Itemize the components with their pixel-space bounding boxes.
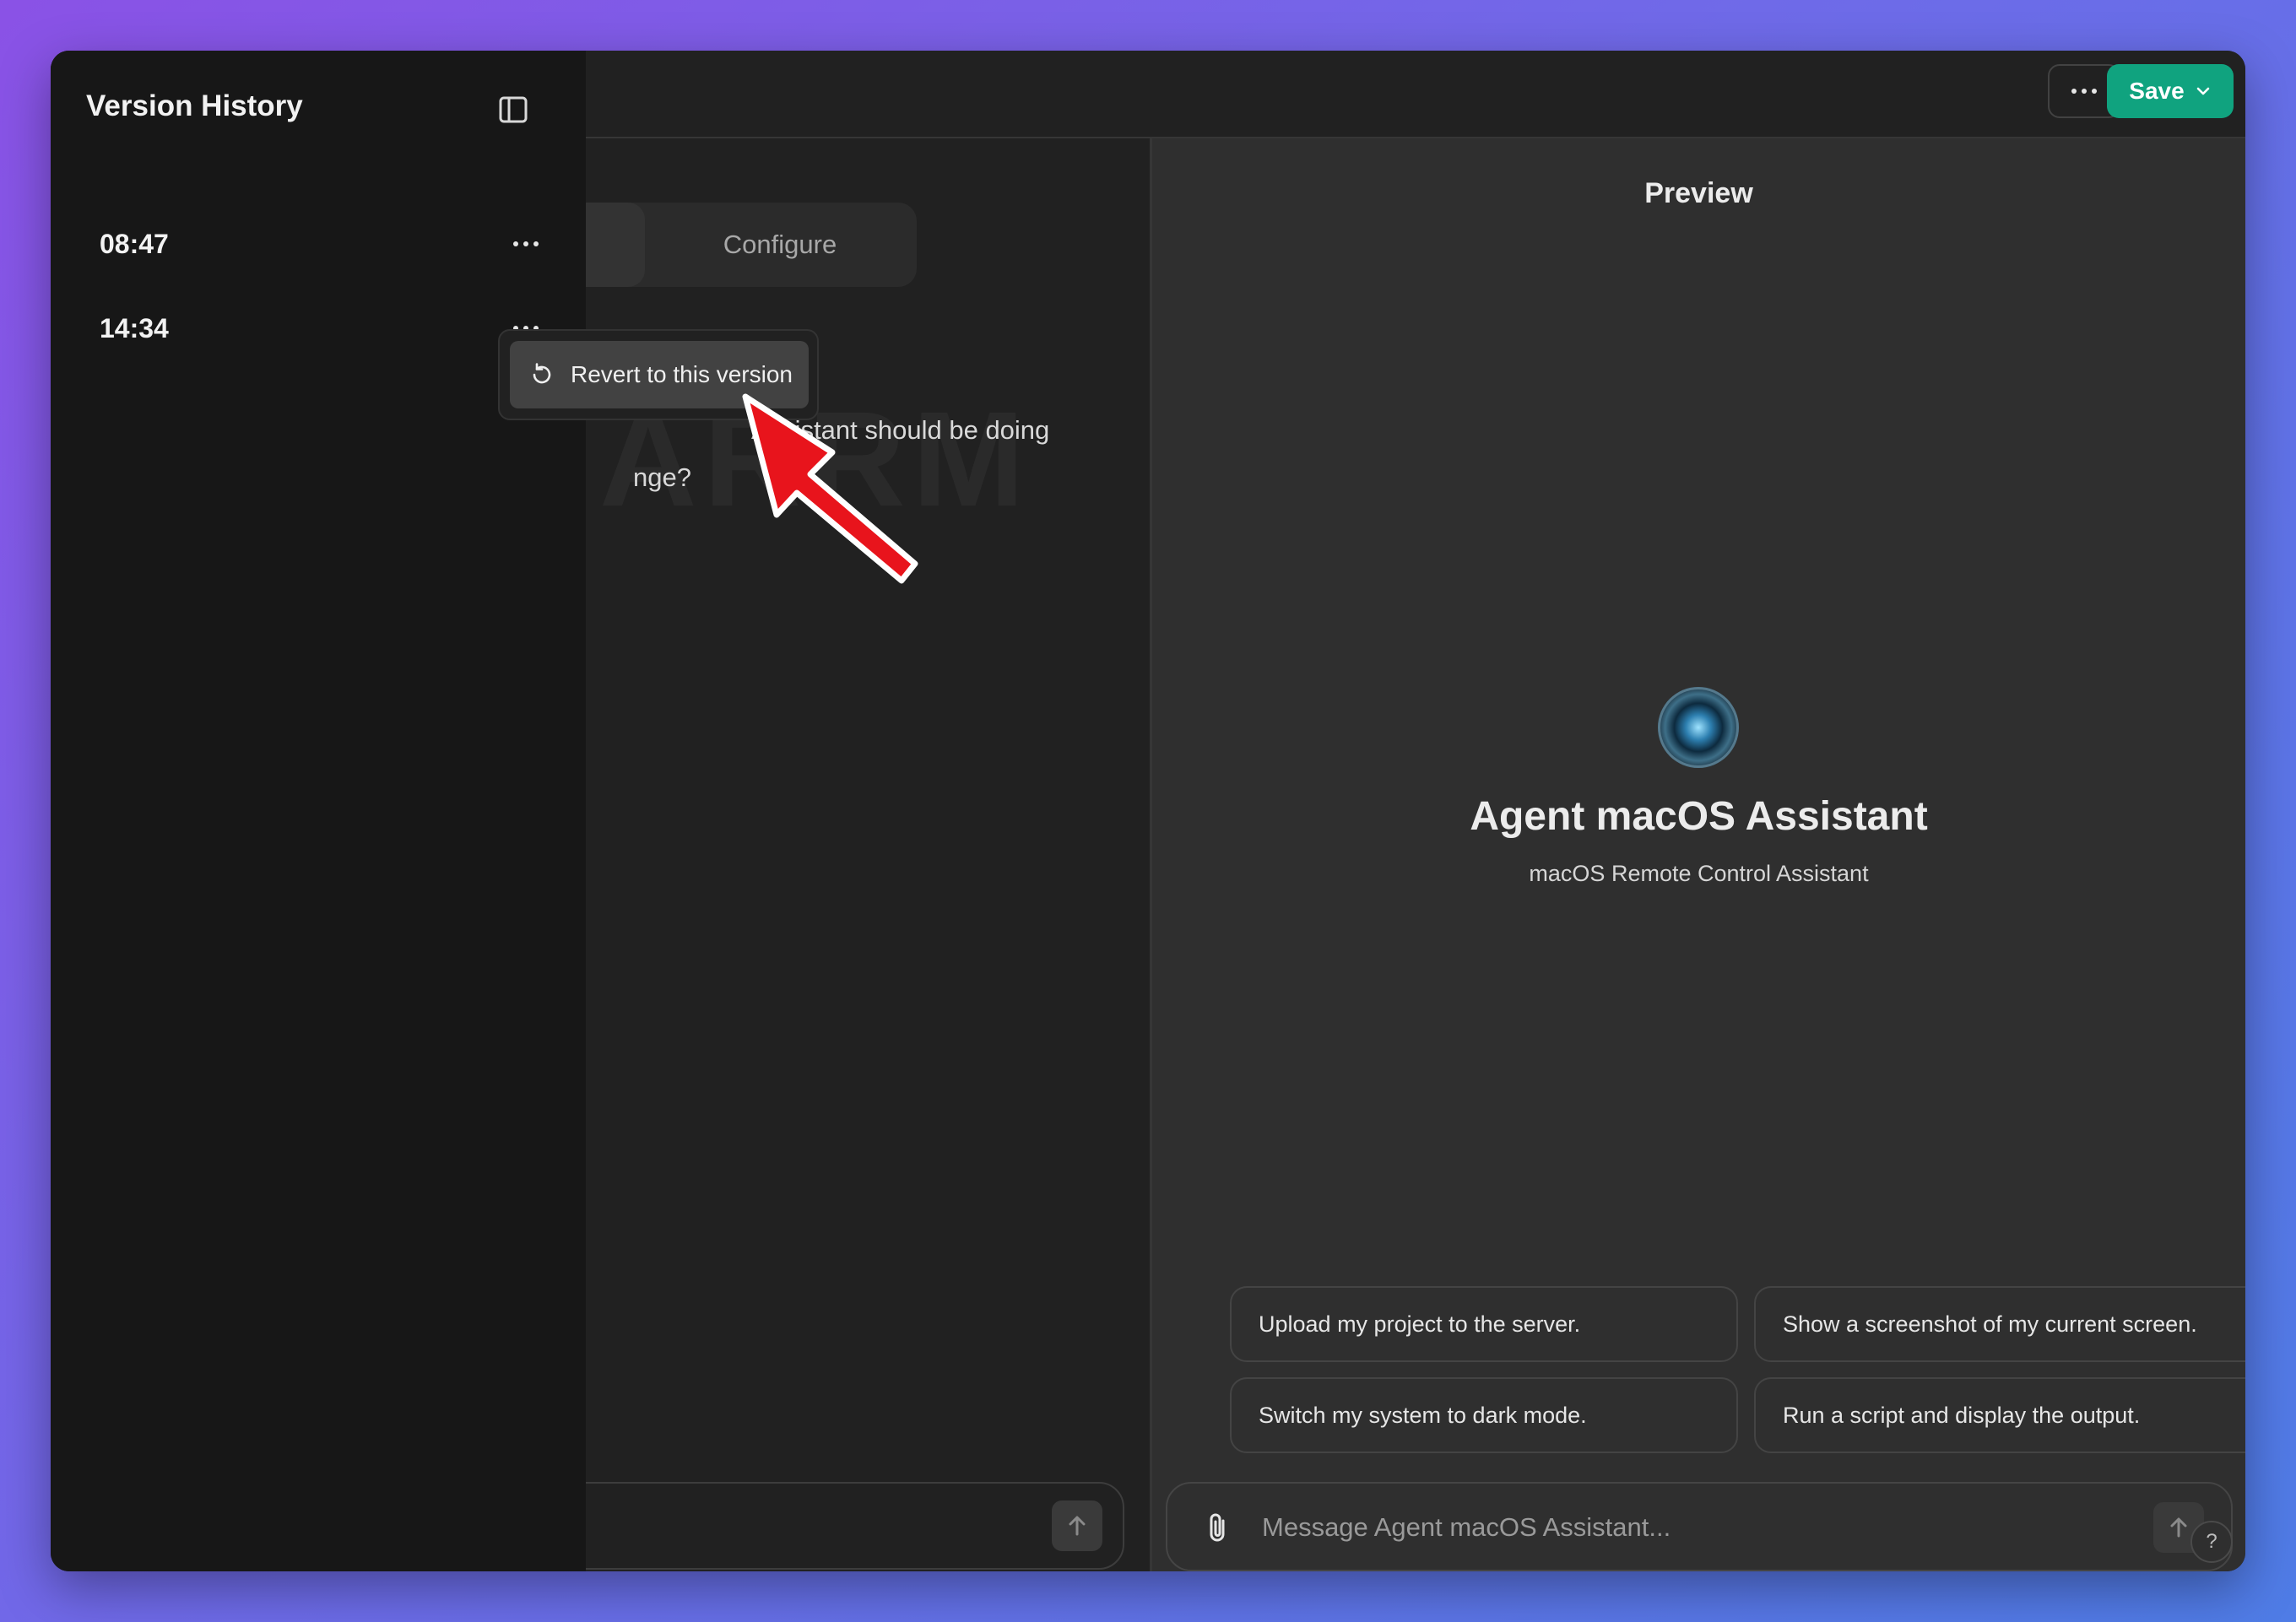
agent-avatar: [1658, 687, 1739, 768]
chevron-down-icon: [2196, 87, 2210, 95]
message-composer: [1166, 1482, 2233, 1571]
help-icon: ?: [2206, 1530, 2217, 1553]
revert-icon: [533, 363, 551, 384]
builder-prompt-line2: nge?: [633, 462, 691, 492]
builder-send-button[interactable]: [1052, 1500, 1102, 1551]
message-input[interactable]: [1260, 1500, 2108, 1554]
version-time: 14:34: [100, 313, 169, 343]
version-time: 08:47: [100, 229, 169, 259]
builder-message-input[interactable]: [523, 1482, 1124, 1570]
revert-label: Revert to this version: [571, 361, 793, 387]
paperclip-icon[interactable]: [1203, 1511, 1232, 1550]
sidebar-title: Version History: [86, 89, 303, 122]
suggestion-card[interactable]: Switch my system to dark mode.: [1230, 1377, 1738, 1453]
version-item[interactable]: 14:34: [100, 299, 555, 358]
preview-title: Preview: [1644, 177, 1753, 209]
preview-pane: Preview Agent macOS Assistant macOS Remo…: [1152, 138, 2245, 1571]
version-history-sidebar: Version History 08:47 14:34: [51, 51, 586, 1571]
save-label: Save: [2129, 78, 2185, 104]
sidebar-toggle-icon[interactable]: [496, 93, 530, 127]
suggestion-card[interactable]: Show a screenshot of my current screen.: [1754, 1286, 2245, 1362]
suggestion-card[interactable]: Upload my project to the server.: [1230, 1286, 1738, 1362]
arrow-up-icon: [2170, 1517, 2187, 1538]
agent-description: macOS Remote Control Assistant: [1529, 861, 1869, 886]
more-horizontal-icon: [513, 241, 539, 246]
agent-name: Agent macOS Assistant: [1470, 794, 1928, 839]
help-button[interactable]: ?: [2190, 1521, 2233, 1563]
suggestion-card[interactable]: Run a script and display the output.: [1754, 1377, 2245, 1453]
app-window: Save Configure ARRM Assistant should be …: [51, 51, 2245, 1571]
tab-configure[interactable]: Configure: [645, 203, 915, 287]
version-options-button[interactable]: [496, 214, 555, 273]
save-button[interactable]: Save: [2107, 64, 2234, 118]
arrow-up-icon: [1069, 1516, 1086, 1536]
version-context-menu: Revert to this version: [498, 329, 819, 420]
revert-version-menu-item[interactable]: Revert to this version: [510, 341, 809, 408]
more-horizontal-icon: [2071, 89, 2097, 94]
version-item[interactable]: 08:47: [100, 214, 555, 273]
